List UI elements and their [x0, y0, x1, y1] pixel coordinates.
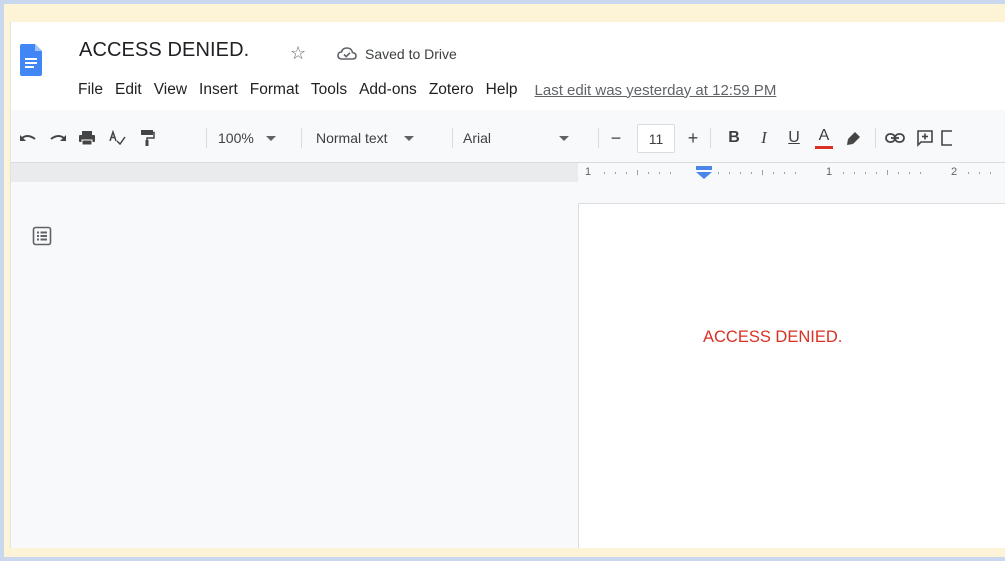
paint-format-icon[interactable]: [134, 119, 160, 157]
ruler-mark: 2: [951, 166, 958, 178]
increase-font-size-button[interactable]: +: [679, 119, 707, 157]
last-edit-link[interactable]: Last edit was yesterday at 12:59 PM: [535, 82, 777, 99]
ruler-first-line-indent[interactable]: [696, 166, 712, 170]
document-page[interactable]: ACCESS DENIED.: [578, 203, 1005, 548]
toolbar-divider: [452, 128, 453, 148]
document-canvas: ACCESS DENIED.: [11, 182, 1005, 548]
link-icon[interactable]: [882, 119, 908, 157]
zoom-value: 100%: [218, 130, 254, 146]
menu-insert[interactable]: Insert: [198, 81, 239, 99]
header: ACCESS DENIED. ☆ Saved to Drive File Edi…: [11, 22, 1005, 110]
saved-status[interactable]: Saved to Drive: [365, 46, 457, 62]
document-title[interactable]: ACCESS DENIED.: [79, 39, 249, 62]
cloud-check-icon[interactable]: [337, 46, 357, 67]
menu-zotero[interactable]: Zotero: [428, 81, 475, 99]
chevron-down-icon: [265, 135, 276, 141]
paragraph-style-value: Normal text: [316, 130, 388, 146]
star-icon[interactable]: ☆: [290, 43, 306, 64]
document-body-text[interactable]: ACCESS DENIED.: [703, 328, 842, 347]
highlighter-icon[interactable]: [841, 119, 867, 157]
font-value: Arial: [463, 130, 492, 146]
text-color-button[interactable]: A: [811, 119, 837, 157]
menu-help[interactable]: Help: [485, 81, 519, 99]
text-color-letter: A: [818, 126, 830, 144]
toolbar-divider: [206, 128, 207, 148]
ruler[interactable]: 1 1 2: [578, 163, 1005, 183]
menu-edit[interactable]: Edit: [114, 81, 143, 99]
insert-image-icon[interactable]: [940, 119, 956, 157]
toolbar-divider: [710, 128, 711, 148]
menu-file[interactable]: File: [77, 81, 104, 99]
add-comment-icon[interactable]: [912, 119, 938, 157]
underline-button[interactable]: U: [781, 119, 807, 157]
undo-icon[interactable]: [15, 119, 41, 157]
font-size-input[interactable]: 11: [637, 124, 675, 153]
spellcheck-icon[interactable]: [104, 119, 130, 157]
menu-add-ons[interactable]: Add-ons: [358, 81, 418, 99]
italic-button[interactable]: I: [751, 119, 777, 157]
font-select[interactable]: Arial: [463, 119, 593, 157]
redo-icon[interactable]: [45, 119, 71, 157]
zoom-select[interactable]: 100%: [218, 119, 288, 157]
menu-tools[interactable]: Tools: [310, 81, 348, 99]
toolbar: 100% Normal text Arial − 11 + B I U A: [11, 119, 1005, 157]
ruler-strip: 1 1 2: [11, 162, 1005, 183]
docs-logo-icon[interactable]: [20, 44, 42, 76]
text-color-swatch: [815, 145, 833, 149]
docs-app: ACCESS DENIED. ☆ Saved to Drive File Edi…: [10, 22, 1005, 548]
outline-icon[interactable]: [32, 226, 52, 251]
paragraph-style-select[interactable]: Normal text: [316, 119, 446, 157]
ruler-mark: 1: [585, 166, 592, 178]
toolbar-divider: [875, 128, 876, 148]
ruler-left-indent[interactable]: [696, 172, 712, 179]
menu-format[interactable]: Format: [249, 81, 300, 99]
ruler-mark: 1: [826, 166, 833, 178]
chevron-down-icon: [403, 135, 414, 141]
print-icon[interactable]: [74, 119, 100, 157]
toolbar-divider: [301, 128, 302, 148]
bold-button[interactable]: B: [721, 119, 747, 157]
menu-view[interactable]: View: [153, 81, 188, 99]
decrease-font-size-button[interactable]: −: [601, 119, 631, 157]
chevron-down-icon: [559, 135, 570, 141]
toolbar-divider: [598, 128, 599, 148]
menu-bar: File Edit View Insert Format Tools Add-o…: [77, 79, 776, 101]
